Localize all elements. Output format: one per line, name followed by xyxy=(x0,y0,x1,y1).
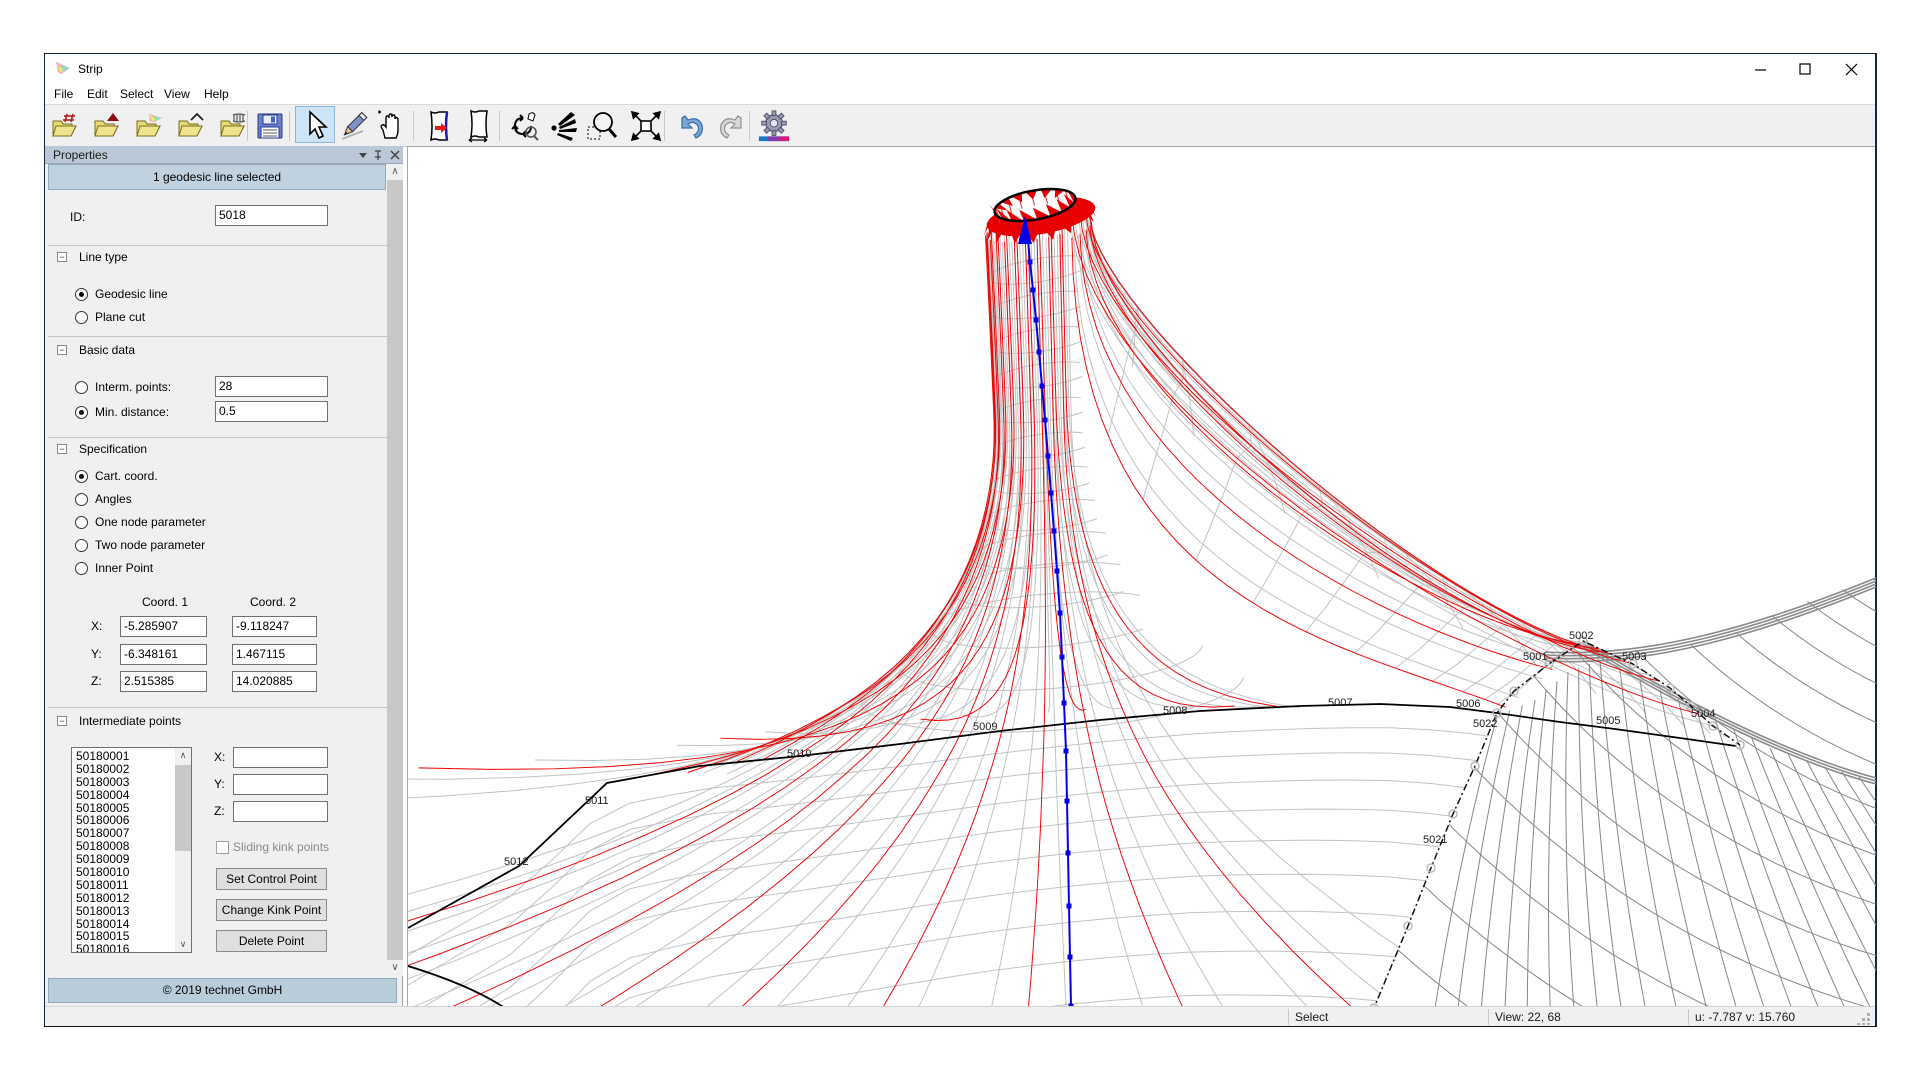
svg-text:5006: 5006 xyxy=(1456,698,1480,710)
svg-text:5004: 5004 xyxy=(1691,708,1715,720)
svg-text:5002: 5002 xyxy=(1569,630,1593,642)
svg-text:5021: 5021 xyxy=(1423,834,1447,846)
svg-text:5012: 5012 xyxy=(504,856,528,868)
svg-text:5008: 5008 xyxy=(1163,705,1187,717)
svg-text:5009: 5009 xyxy=(973,721,997,733)
svg-text:5007: 5007 xyxy=(1328,697,1352,709)
svg-text:5003: 5003 xyxy=(1622,651,1646,663)
svg-text:5005: 5005 xyxy=(1596,715,1620,727)
svg-text:5001: 5001 xyxy=(1523,651,1547,663)
svg-text:5022: 5022 xyxy=(1473,718,1497,730)
svg-text:5011: 5011 xyxy=(585,795,609,807)
svg-text:5010: 5010 xyxy=(787,748,811,760)
